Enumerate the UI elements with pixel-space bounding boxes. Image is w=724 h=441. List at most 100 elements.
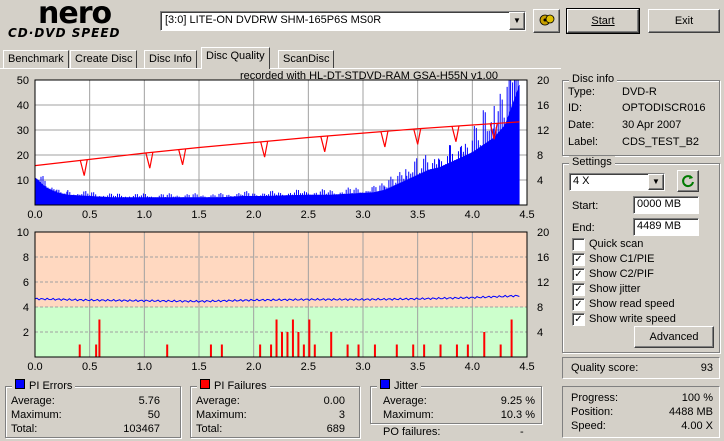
pi-failure-bar: [98, 319, 101, 357]
show-c2-pif-checkbox[interactable]: ✓: [572, 268, 585, 281]
refresh-drive-button[interactable]: [533, 9, 560, 33]
pi-failure-bar: [78, 344, 81, 357]
pi-failure-bar: [297, 332, 300, 357]
y-left-tick-label: 10: [17, 227, 29, 239]
pi-failure-bar: [95, 344, 98, 357]
pi-errors-title-wrap: PI Errors: [12, 379, 76, 392]
x-tick-label: 1.0: [137, 209, 152, 221]
start-input[interactable]: 0000 MB: [633, 196, 699, 214]
show-read-speed-label[interactable]: Show read speed: [589, 298, 675, 310]
x-tick-label: 2.5: [301, 209, 316, 221]
pi-failures-chart: 0.0 0.5 1.0 1.5 2.0 2.5 3.0 3.5 4.0 4.5 2 4 6 8 10 4 8 12…: [17, 227, 550, 373]
pi-failure-bar: [357, 344, 360, 357]
po-failures-value: -: [520, 426, 524, 438]
y-left-tick-label: 20: [17, 150, 29, 162]
pi-failure-bar: [439, 344, 442, 357]
show-write-speed-label[interactable]: Show write speed: [589, 313, 676, 325]
advanced-button[interactable]: Advanced: [634, 326, 714, 348]
jitter-color-swatch: [380, 379, 390, 389]
pi-errors-avg-label: Average:: [11, 395, 55, 407]
pi-failures-avg-value: 0.00: [323, 395, 345, 407]
x-tick-label: 2.0: [246, 209, 261, 221]
end-input[interactable]: 4489 MB: [633, 218, 699, 236]
pi-failure-bar: [395, 344, 398, 357]
show-c1-pie-checkbox[interactable]: ✓: [572, 253, 585, 266]
drive-dropdown-button[interactable]: ▼: [509, 12, 525, 30]
tab-benchmark[interactable]: Benchmark: [3, 50, 69, 69]
y-right-tick-label: 16: [537, 252, 549, 264]
pi-failure-bar: [166, 344, 169, 357]
pi-failure-bar: [286, 332, 289, 357]
y-left-tick-label: 10: [17, 175, 29, 187]
quality-score-label: Quality score:: [571, 362, 639, 374]
show-c1-pie-label[interactable]: Show C1/PIE: [589, 253, 654, 265]
pi-failure-bar: [423, 344, 426, 357]
x-tick-label: 1.0: [137, 361, 152, 373]
progress-value: 100 %: [681, 392, 713, 404]
jitter-max-label: Maximum:: [383, 409, 434, 421]
y-right-tick-label: 12: [537, 277, 549, 289]
refresh-speed-button[interactable]: [677, 170, 699, 192]
plot-background-upper: [35, 232, 527, 307]
tab-disc-info[interactable]: Disc Info: [144, 50, 197, 69]
tab-disc-quality[interactable]: Disc Quality: [201, 47, 270, 69]
x-tick-label: 4.5: [519, 361, 534, 373]
exit-button[interactable]: Exit: [648, 9, 720, 33]
po-failures-label: PO failures:: [383, 426, 441, 438]
speed-select-value: 4 X: [573, 175, 590, 187]
date-label: Date:: [568, 119, 595, 131]
y-right-tick-label: 8: [537, 150, 543, 162]
quick-scan-checkbox[interactable]: [572, 238, 585, 251]
date-value: 30 Apr 2007: [622, 119, 682, 131]
x-tick-label: 1.5: [191, 361, 206, 373]
pi-failure-bar: [220, 344, 223, 357]
disc-info-title: Disc info: [569, 73, 618, 85]
speed-select[interactable]: 4 X ▼: [569, 173, 665, 191]
exit-button-label: Exit: [674, 15, 694, 27]
pi-failure-bar: [455, 344, 458, 357]
pi-failure-bar: [275, 319, 278, 357]
show-jitter-checkbox[interactable]: ✓: [572, 283, 585, 296]
show-c2-pif-label[interactable]: Show C2/PIF: [589, 268, 654, 280]
speed-value: 4.00 X: [681, 420, 713, 432]
x-tick-label: 3.5: [410, 361, 425, 373]
type-label: Type:: [568, 86, 595, 98]
x-tick-label: 3.5: [410, 209, 425, 221]
x-tick-label: 0.5: [82, 361, 97, 373]
jitter-stats: Jitter Average: 9.25 % Maximum: 10.3 %: [370, 379, 542, 424]
show-write-speed-checkbox[interactable]: ✓: [572, 313, 585, 326]
pi-failure-bar: [373, 344, 376, 357]
pi-errors-chart: 0.0 0.5 1.0 1.5 2.0 2.5 3.0 3.5 4.0 4.5 10 20 30 40 50…: [17, 75, 550, 221]
pi-failure-bar: [291, 319, 294, 357]
tab-create-disc[interactable]: Create Disc: [70, 50, 138, 69]
tab-scandisc[interactable]: ScanDisc: [278, 50, 335, 69]
drive-select[interactable]: [3:0] LITE-ON DVDRW SHM-165P6S MS0R ▼: [160, 11, 526, 31]
id-label: ID:: [568, 102, 583, 114]
speed-dropdown-button[interactable]: ▼: [648, 174, 664, 190]
start-label: Start:: [572, 200, 599, 212]
drive-select-value: [3:0] LITE-ON DVDRW SHM-165P6S MS0R: [165, 14, 382, 26]
pi-errors-title: PI Errors: [29, 380, 73, 392]
quick-scan-label[interactable]: Quick scan: [589, 238, 643, 250]
start-button[interactable]: Start: [566, 8, 640, 34]
disc-info-group: Disc info Type: DVD-R ID: OPTODISCR016 D…: [562, 73, 720, 156]
y-right-tick-label: 20: [537, 227, 549, 239]
x-tick-label: 0.5: [82, 209, 97, 221]
jitter-title-wrap: Jitter: [377, 379, 421, 392]
jitter-avg-label: Average:: [383, 395, 427, 407]
show-read-speed-checkbox[interactable]: ✓: [572, 298, 585, 311]
pi-failure-bar: [499, 344, 502, 357]
y-right-tick-label: 8: [537, 302, 543, 314]
show-jitter-label[interactable]: Show jitter: [589, 283, 640, 295]
y-left-tick-label: 2: [23, 327, 29, 339]
progress-label: Progress:: [571, 392, 619, 404]
pi-failure-bar: [346, 344, 349, 357]
drive-tools-icon: [539, 14, 554, 26]
pi-failure-bar: [412, 344, 415, 357]
y-right-tick-label: 20: [537, 75, 549, 87]
pi-failure-bar: [302, 344, 305, 357]
pi-failure-bar: [259, 344, 262, 357]
x-tick-label: 0.0: [27, 209, 42, 221]
quality-score-value: 93: [700, 362, 713, 374]
y-left-tick-label: 40: [17, 100, 29, 112]
